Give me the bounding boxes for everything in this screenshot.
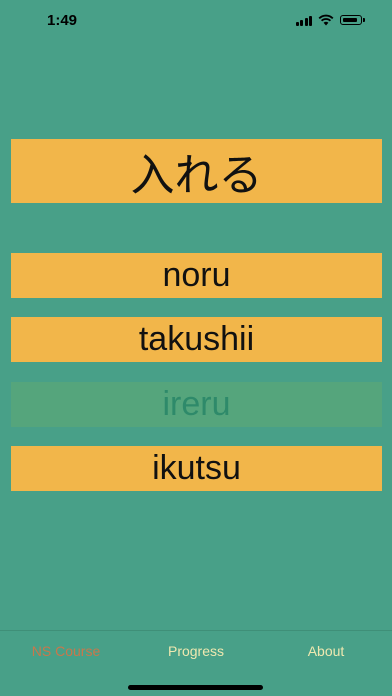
home-indicator (128, 685, 263, 690)
tab-ns-course[interactable]: NS Course (6, 643, 126, 659)
answer-option-2[interactable]: takushii (11, 317, 382, 362)
tab-progress[interactable]: Progress (136, 643, 256, 659)
tab-about[interactable]: About (266, 643, 386, 659)
status-bar: 1:49 (0, 0, 392, 44)
status-icons (295, 14, 365, 26)
answer-option-4[interactable]: ikutsu (11, 446, 382, 491)
answer-option-1[interactable]: noru (11, 253, 382, 298)
question-prompt: 入れる (11, 139, 382, 203)
battery-icon (340, 15, 365, 25)
wifi-icon (318, 14, 334, 26)
answer-option-3[interactable]: ireru (11, 382, 382, 427)
signal-icon (295, 15, 312, 26)
status-time: 1:49 (47, 12, 78, 29)
